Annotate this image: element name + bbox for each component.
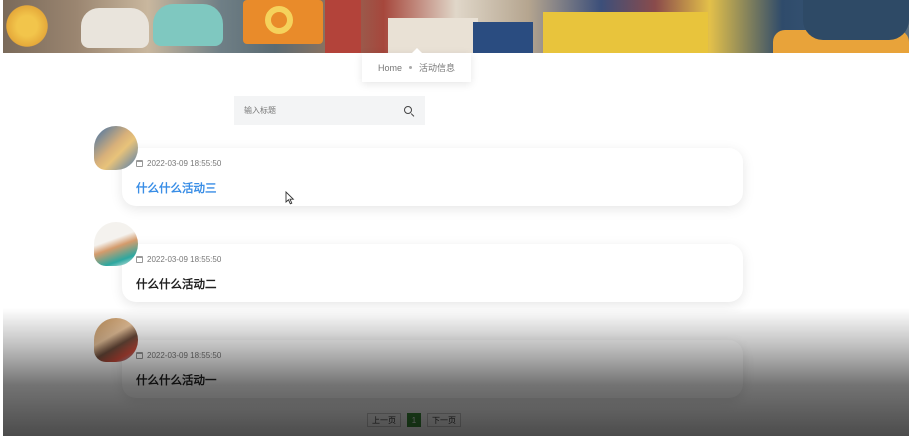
- search-input[interactable]: [244, 106, 403, 115]
- activity-date: 2022-03-09 18:55:50: [147, 351, 222, 360]
- activity-card[interactable]: 2022-03-09 18:55:50 什么什么活动二: [122, 244, 743, 302]
- list-item[interactable]: 2022-03-09 18:55:50 什么什么活动一: [94, 318, 744, 418]
- calendar-icon: [136, 352, 143, 359]
- activity-date: 2022-03-09 18:55:50: [147, 159, 222, 168]
- search-icon[interactable]: [403, 105, 415, 117]
- pagination: 上一页 1 下一页: [367, 413, 461, 427]
- breadcrumb: Home 活动信息: [362, 48, 471, 82]
- activity-title[interactable]: 什么什么活动一: [136, 372, 729, 388]
- calendar-icon: [136, 256, 143, 263]
- calendar-icon: [136, 160, 143, 167]
- breadcrumb-separator: [409, 66, 412, 69]
- activity-thumbnail[interactable]: [94, 126, 138, 170]
- activity-meta: 2022-03-09 18:55:50: [136, 351, 729, 360]
- list-item[interactable]: 2022-03-09 18:55:50 什么什么活动二: [94, 222, 744, 322]
- search-bar: [234, 96, 425, 125]
- activity-card[interactable]: 2022-03-09 18:55:50 什么什么活动三: [122, 148, 743, 206]
- activity-meta: 2022-03-09 18:55:50: [136, 159, 729, 168]
- banner-image: [3, 0, 909, 53]
- activity-thumbnail[interactable]: [94, 318, 138, 362]
- activity-title[interactable]: 什么什么活动三: [136, 180, 729, 196]
- breadcrumb-home-link[interactable]: Home: [378, 63, 402, 73]
- activity-date: 2022-03-09 18:55:50: [147, 255, 222, 264]
- next-page-button[interactable]: 下一页: [427, 413, 461, 427]
- list-item[interactable]: 2022-03-09 18:55:50 什么什么活动三: [94, 126, 744, 226]
- activity-title[interactable]: 什么什么活动二: [136, 276, 729, 292]
- activity-card[interactable]: 2022-03-09 18:55:50 什么什么活动一: [122, 340, 743, 398]
- prev-page-button[interactable]: 上一页: [367, 413, 401, 427]
- breadcrumb-current: 活动信息: [419, 63, 456, 73]
- activity-thumbnail[interactable]: [94, 222, 138, 266]
- activity-meta: 2022-03-09 18:55:50: [136, 255, 729, 264]
- page-number-button[interactable]: 1: [407, 413, 421, 427]
